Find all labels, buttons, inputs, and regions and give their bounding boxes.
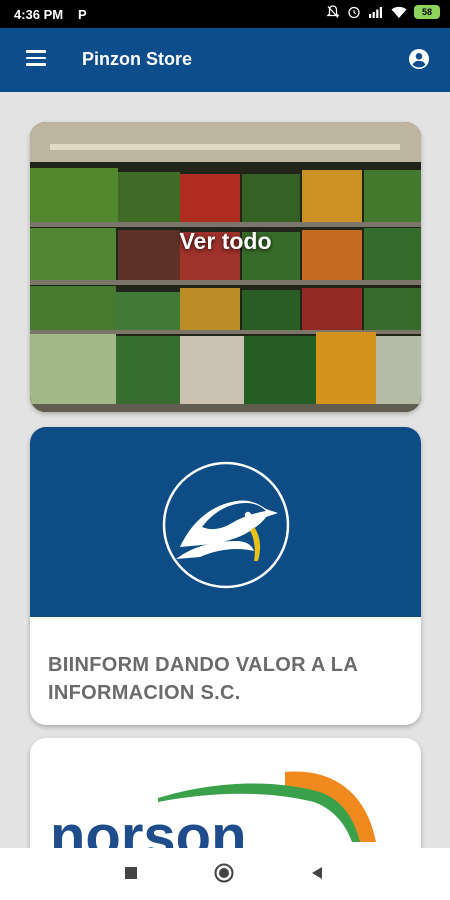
signal-icon [369, 7, 382, 18]
battery-icon: 58 [414, 5, 440, 19]
alarm-icon [348, 6, 360, 19]
app-bar: Pinzon Store [0, 28, 450, 92]
app-notification-indicator: P [78, 7, 87, 22]
store-card-norson[interactable]: norson [30, 738, 421, 848]
status-icons: 58 [326, 5, 440, 19]
norson-logo-text: norson [50, 804, 247, 848]
all-products-card[interactable]: Ver todo [30, 122, 421, 412]
biinform-bird-logo [162, 461, 290, 589]
notifications-off-icon [326, 5, 340, 18]
wifi-icon [391, 6, 407, 18]
back-triangle-icon[interactable] [310, 866, 324, 880]
status-time: 4:36 PM [14, 7, 64, 22]
system-navigation-bar [0, 848, 450, 900]
hamburger-menu-icon[interactable] [26, 50, 46, 68]
store-name: BIINFORM DANDO VALOR A LA INFORMACION S.… [48, 654, 358, 704]
app-title: Pinzon Store [82, 49, 193, 69]
view-all-label: Ver todo [179, 228, 272, 254]
norson-logo: norson [30, 738, 421, 848]
store-banner [30, 427, 421, 617]
produce-shelf-image [30, 122, 421, 412]
store-list[interactable]: Ver todo BIINFORM DANDO VALOR A LA INFOR… [0, 92, 450, 848]
home-circle-icon[interactable] [214, 863, 234, 883]
store-card-biinform[interactable]: BIINFORM DANDO VALOR A LA INFORMACION S.… [30, 427, 421, 725]
account-circle-icon[interactable] [408, 48, 430, 70]
status-bar: 4:36 PM P 58 [0, 0, 450, 28]
recents-square-icon[interactable] [124, 866, 138, 880]
